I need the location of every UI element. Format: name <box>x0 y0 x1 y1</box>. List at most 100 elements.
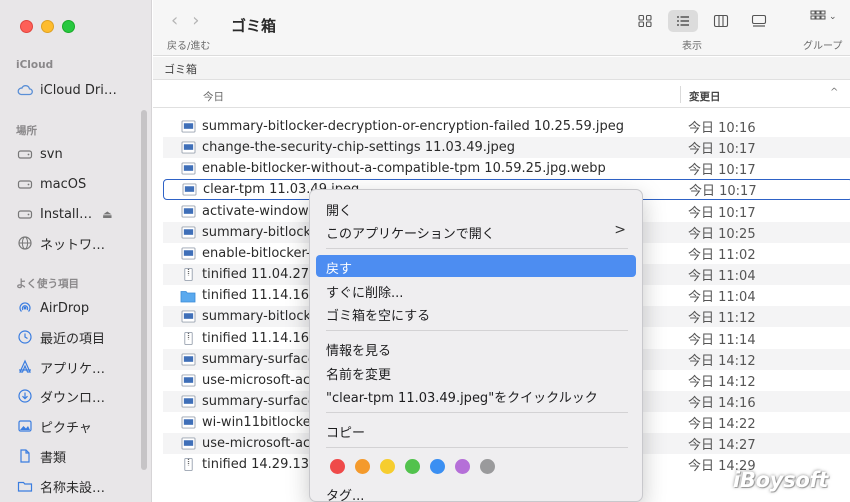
sidebar-item-airdrop[interactable]: AirDrop <box>16 297 146 319</box>
icon-view-button[interactable] <box>630 10 660 32</box>
sidebar-item-pictures[interactable]: ピクチャ <box>16 415 146 437</box>
menu-item-rename[interactable]: 名前を変更 <box>316 361 636 383</box>
table-row[interactable]: summary-bitlocker-decryption-or-encrypti… <box>163 116 850 137</box>
file-date-modified: 今日 10:17 <box>688 142 756 158</box>
cloud-icon <box>16 81 34 99</box>
file-name: tinified 11.04.27.z <box>202 267 320 283</box>
file-date-modified: 今日 14:12 <box>688 353 756 369</box>
file-date-modified: 今日 10:17 <box>688 205 756 221</box>
image-icon <box>180 141 196 155</box>
gallery-icon <box>751 14 767 27</box>
tag-color-dot[interactable] <box>405 459 420 474</box>
file-name: use-microsoft-ac <box>202 372 311 388</box>
gallery-view-button[interactable] <box>744 10 774 32</box>
file-name: tinified 14.29.13.z <box>202 457 320 473</box>
tag-color-dot[interactable] <box>455 459 470 474</box>
file-name: tinified 11.14.16 <box>202 288 310 304</box>
tag-color-dot[interactable] <box>430 459 445 474</box>
menu-item-put-back[interactable]: 戻す <box>316 255 636 277</box>
tag-color-dot[interactable] <box>355 459 370 474</box>
apps-icon <box>16 358 34 376</box>
file-name: summary-bitlocker-decryption-or-encrypti… <box>202 119 624 134</box>
menu-separator <box>326 447 628 448</box>
file-date-modified: 今日 14:16 <box>688 395 756 411</box>
image-icon <box>180 416 196 430</box>
list-view-button[interactable] <box>668 10 698 32</box>
zoom-window-button[interactable] <box>62 20 75 33</box>
tag-color-dot[interactable] <box>380 459 395 474</box>
file-name: summary-surface <box>202 393 316 409</box>
file-date-modified: 今日 10:17 <box>689 184 757 200</box>
image-icon <box>180 120 196 134</box>
menu-separator <box>326 330 628 331</box>
tag-color-dot[interactable] <box>330 459 345 474</box>
sidebar-item-label: 書類 <box>40 450 67 466</box>
sidebar-item-applications[interactable]: アプリケ… <box>16 356 146 378</box>
column-view-button[interactable] <box>706 10 736 32</box>
nav-label: 戻る/進む <box>167 41 211 52</box>
menu-item-quick-look[interactable]: "clear-tpm 11.03.49.jpeg"をクイックルック <box>316 384 636 406</box>
column-header: 今日 変更日 ^ <box>153 81 850 108</box>
sidebar-item-icloud-drive[interactable]: iCloud Dri… <box>16 79 146 101</box>
drive-icon <box>16 145 34 163</box>
group-button[interactable]: ⌄ <box>810 10 837 24</box>
file-date-modified: 今日 11:04 <box>688 269 756 285</box>
minimize-window-button[interactable] <box>41 20 54 33</box>
window-title: ゴミ箱 <box>231 17 277 35</box>
menu-separator <box>326 248 628 249</box>
nav-buttons: ‹ › <box>171 10 199 31</box>
image-icon <box>180 437 196 451</box>
table-row[interactable]: change-the-security-chip-settings 11.03.… <box>163 137 850 159</box>
column-divider[interactable] <box>680 86 681 103</box>
sidebar-item-documents[interactable]: 書類 <box>16 445 146 467</box>
menu-item-empty-trash[interactable]: ゴミ箱を空にする <box>316 302 636 324</box>
menu-item-get-info[interactable]: 情報を見る <box>316 337 636 359</box>
file-date-modified: 今日 14:27 <box>688 438 756 454</box>
grid-icon <box>638 14 652 28</box>
sidebar-scrollbar[interactable] <box>141 110 147 470</box>
group-header-today: 今日 <box>203 91 224 103</box>
image-icon <box>180 373 196 387</box>
download-icon <box>16 387 34 405</box>
context-menu: 開く このアプリケーションで開く > 戻す すぐに削除... ゴミ箱を空にする … <box>309 189 643 502</box>
window-controls <box>20 20 75 33</box>
table-row[interactable]: enable-bitlocker-without-a-compatible-tp… <box>163 158 850 179</box>
back-button[interactable]: ‹ <box>171 10 178 31</box>
sidebar-item-install[interactable]: Install… ⏏ <box>16 203 146 225</box>
image-icon <box>180 352 196 366</box>
file-date-modified: 今日 11:14 <box>688 332 756 348</box>
sidebar-item-untitled-folder[interactable]: 名称未設… <box>16 475 146 497</box>
tag-color-dot[interactable] <box>480 459 495 474</box>
sidebar-item-label: ダウンロ… <box>40 390 106 406</box>
sidebar-section-locations: 場所 <box>16 125 37 137</box>
drive-icon <box>16 175 34 193</box>
sidebar: iCloud iCloud Dri… 場所 svn macOS Install…… <box>0 0 152 502</box>
date-modified-column[interactable]: 変更日 <box>689 89 721 104</box>
file-name: tinified 11.14.16.z <box>202 330 320 346</box>
clock-icon <box>16 328 34 346</box>
menu-item-copy[interactable]: コピー <box>316 419 636 441</box>
menu-item-open[interactable]: 開く <box>316 197 636 219</box>
sidebar-item-label: アプリケ… <box>40 361 106 377</box>
chevron-down-icon: ⌄ <box>829 12 837 22</box>
sidebar-item-downloads[interactable]: ダウンロ… <box>16 385 146 407</box>
sidebar-item-network[interactable]: ネットワ… <box>16 232 146 254</box>
file-name: summary-bitlocker <box>202 224 324 240</box>
menu-item-delete-immediately[interactable]: すぐに削除... <box>316 279 636 301</box>
view-mode-group <box>630 10 774 32</box>
close-window-button[interactable] <box>20 20 33 33</box>
eject-icon[interactable]: ⏏ <box>102 208 112 221</box>
menu-item-tags[interactable]: タグ... <box>316 482 636 501</box>
menu-item-open-with[interactable]: このアプリケーションで開く > <box>316 220 636 242</box>
file-date-modified: 今日 14:22 <box>688 417 756 433</box>
sort-arrow-icon[interactable]: ^ <box>830 87 838 98</box>
sidebar-item-recents[interactable]: 最近の項目 <box>16 326 146 348</box>
zip-icon <box>180 268 196 282</box>
image-icon <box>180 204 196 218</box>
watermark: iBoysoft <box>733 468 829 492</box>
path-bar: ゴミ箱 <box>153 57 850 80</box>
sidebar-item-svn[interactable]: svn <box>16 143 146 165</box>
forward-button[interactable]: › <box>192 10 199 31</box>
sidebar-item-macos[interactable]: macOS <box>16 173 146 195</box>
file-name: summary-surface <box>202 351 316 367</box>
